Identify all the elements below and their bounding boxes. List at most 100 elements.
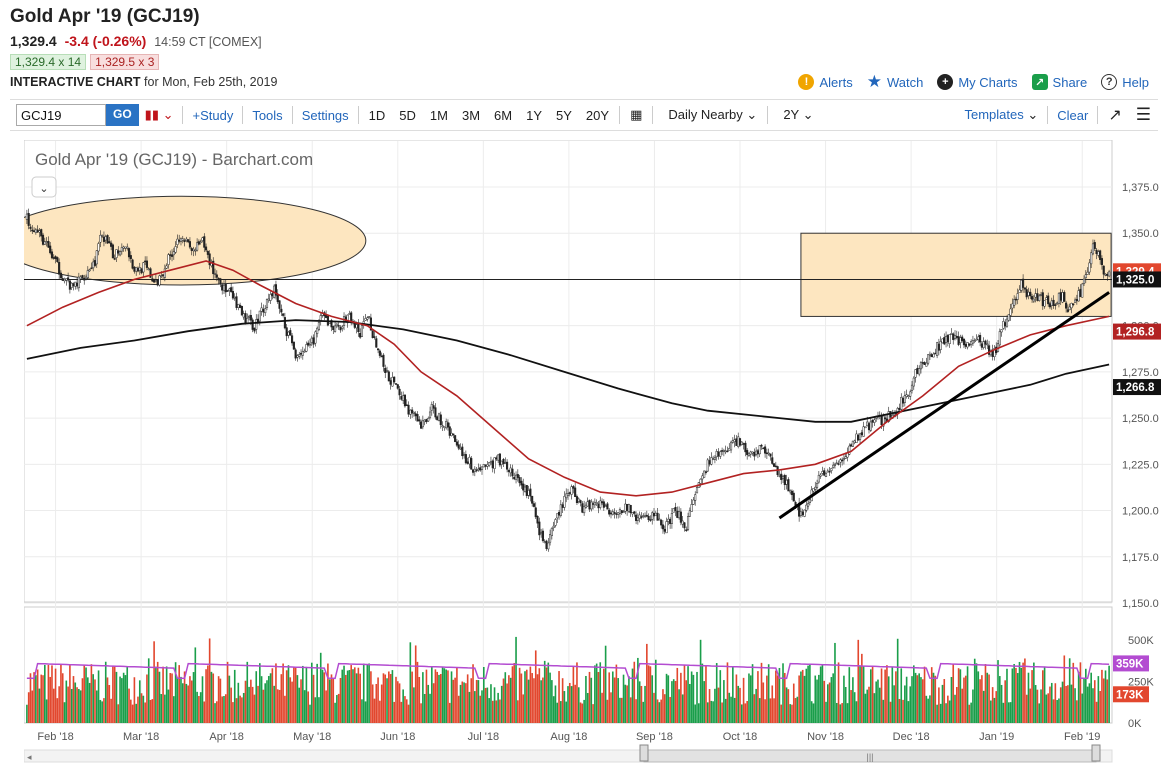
candle-body: [72, 283, 75, 287]
candle-body: [522, 483, 525, 491]
templates-select[interactable]: Templates ⌄: [958, 107, 1044, 123]
period-6m[interactable]: 6M: [487, 108, 519, 123]
volume-bar: [439, 674, 442, 723]
volume-bar: [1038, 703, 1041, 723]
period-1d[interactable]: 1D: [362, 108, 393, 123]
period-1y[interactable]: 1Y: [519, 108, 549, 123]
volume-bar: [766, 675, 768, 723]
scrollbar[interactable]: ||| ◂: [23, 744, 1113, 763]
my-charts-button[interactable]: + My Charts: [937, 72, 1018, 92]
volume-bar: [995, 691, 998, 723]
candle-body: [1066, 309, 1069, 312]
volume-bar: [705, 665, 707, 723]
calendar-icon[interactable]: ▦: [623, 107, 649, 123]
volume-bar: [611, 671, 614, 723]
volume-bar: [590, 677, 593, 723]
volume-bar: [622, 674, 625, 723]
alerts-button[interactable]: ! Alerts: [798, 72, 853, 92]
watch-button[interactable]: ★ Watch: [867, 72, 924, 92]
candle-body: [729, 441, 733, 451]
volume-bar: [221, 696, 224, 723]
candle-body: [310, 337, 313, 343]
candle-body: [593, 501, 596, 506]
volume-bar: [379, 700, 381, 723]
volume-bar: [479, 695, 482, 723]
candle-body: [880, 415, 883, 425]
candle-body: [86, 270, 89, 279]
candle-body: [669, 518, 672, 524]
divider: [182, 106, 184, 124]
volume-bar: [1059, 687, 1062, 723]
candle-body: [565, 493, 568, 499]
period-5d[interactable]: 5D: [392, 108, 423, 123]
help-icon: ?: [1101, 74, 1118, 90]
scroll-handle-right[interactable]: [1091, 744, 1101, 762]
range-select[interactable]: 2Y ⌄: [771, 107, 820, 123]
settings-button[interactable]: Settings: [296, 108, 355, 123]
volume-bar: [244, 680, 247, 723]
candle-body: [452, 433, 455, 436]
tools-button[interactable]: Tools: [246, 108, 288, 123]
candle-body: [162, 274, 165, 276]
volume-bar: [300, 679, 302, 723]
volume-bar: [1090, 672, 1092, 723]
volume-bar: [425, 669, 428, 723]
candle-body: [851, 440, 854, 447]
volume-bar: [615, 664, 618, 723]
chart-type-icon[interactable]: ▮▮ ⌄: [139, 107, 180, 123]
candle-body: [495, 457, 498, 460]
candle-body: [400, 396, 403, 400]
candle-body: [977, 336, 980, 341]
volume-bar: [674, 680, 677, 723]
volume-bar: [459, 684, 462, 723]
candle-body: [291, 335, 294, 344]
volume-bar: [60, 664, 62, 723]
candle-body: [144, 260, 147, 263]
study-button[interactable]: +Study: [186, 108, 239, 123]
candle-body: [642, 515, 645, 517]
candle-body: [638, 514, 641, 519]
volume-bar: [210, 671, 213, 723]
volume-bar: [183, 671, 186, 723]
collapse-button[interactable]: ⌄: [31, 176, 57, 198]
share-button[interactable]: ↗ Share: [1031, 72, 1087, 92]
candle-body: [679, 511, 682, 523]
period-5y[interactable]: 5Y: [549, 108, 579, 123]
candle-body: [760, 444, 763, 447]
period-3m[interactable]: 3M: [455, 108, 487, 123]
chart-area[interactable]: 1,375.01,350.01,325.01,300.01,275.01,250…: [0, 139, 1165, 770]
volume-bar: [873, 693, 876, 723]
price-chart[interactable]: 1,375.01,350.01,325.01,300.01,275.01,250…: [0, 139, 1165, 765]
volume-bar: [694, 704, 697, 723]
volume-bar: [293, 667, 295, 723]
candle-body: [921, 362, 924, 364]
scroll-handle-left[interactable]: [639, 744, 649, 762]
volume-bar: [450, 671, 453, 723]
x-tick-label: Sep '18: [636, 731, 673, 743]
volume-bar: [545, 667, 548, 723]
candle-body: [384, 367, 387, 373]
go-button[interactable]: GO: [106, 104, 139, 126]
expand-icon[interactable]: ↗: [1101, 105, 1128, 125]
candle-body: [339, 326, 342, 331]
volume-bar: [993, 697, 996, 723]
help-button[interactable]: ? Help: [1101, 72, 1149, 92]
volume-bar: [45, 699, 48, 723]
volume-bar: [314, 697, 317, 723]
volume-bar: [610, 692, 612, 723]
clear-button[interactable]: Clear: [1051, 108, 1094, 123]
volume-bar: [78, 689, 80, 723]
volume-bar: [956, 687, 958, 723]
period-20y[interactable]: 20Y: [579, 108, 616, 123]
volume-bar: [1025, 694, 1028, 723]
candle-body: [769, 453, 772, 457]
candle-body: [364, 318, 367, 321]
interval-select[interactable]: Daily Nearby ⌄: [656, 107, 764, 123]
period-1m[interactable]: 1M: [423, 108, 455, 123]
volume-bar: [644, 685, 646, 723]
symbol-input[interactable]: [16, 104, 106, 126]
candle-body: [643, 515, 647, 518]
candle-body: [484, 465, 487, 467]
volume-bar: [757, 671, 759, 723]
menu-icon[interactable]: ☰: [1129, 105, 1158, 125]
